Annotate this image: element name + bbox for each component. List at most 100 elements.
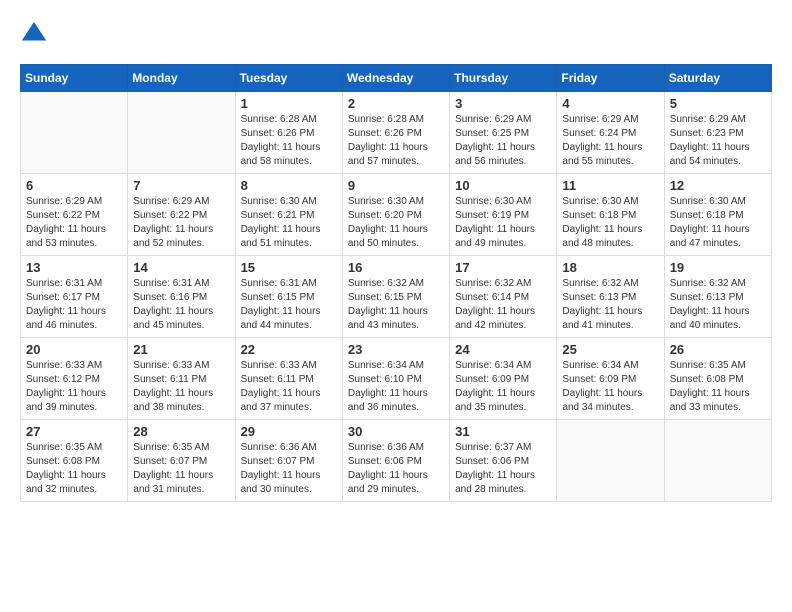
calendar-week-row: 20 Sunrise: 6:33 AMSunset: 6:12 PMDayligh… — [21, 338, 772, 420]
day-info: Sunrise: 6:28 AMSunset: 6:26 PMDaylight:… — [241, 113, 337, 169]
day-number: 18 — [562, 260, 658, 275]
weekday-header: Sunday — [21, 65, 128, 92]
day-number: 10 — [455, 178, 551, 193]
page-header — [20, 20, 772, 48]
day-number: 14 — [133, 260, 229, 275]
day-info: Sunrise: 6:33 AMSunset: 6:11 PMDaylight:… — [133, 359, 229, 415]
day-number: 13 — [26, 260, 122, 275]
day-info: Sunrise: 6:30 AMSunset: 6:21 PMDaylight:… — [241, 195, 337, 251]
day-number: 8 — [241, 178, 337, 193]
day-info: Sunrise: 6:29 AMSunset: 6:23 PMDaylight:… — [670, 113, 766, 169]
calendar-cell — [664, 420, 771, 502]
calendar-cell: 31 Sunrise: 6:37 AMSunset: 6:06 PMDayligh… — [450, 420, 557, 502]
calendar-cell: 13 Sunrise: 6:31 AMSunset: 6:17 PMDayligh… — [21, 256, 128, 338]
day-number: 17 — [455, 260, 551, 275]
day-number: 26 — [670, 342, 766, 357]
day-info: Sunrise: 6:29 AMSunset: 6:25 PMDaylight:… — [455, 113, 551, 169]
calendar-week-row: 13 Sunrise: 6:31 AMSunset: 6:17 PMDayligh… — [21, 256, 772, 338]
weekday-header-row: SundayMondayTuesdayWednesdayThursdayFrid… — [21, 65, 772, 92]
day-number: 9 — [348, 178, 444, 193]
logo-icon — [20, 20, 48, 48]
day-info: Sunrise: 6:34 AMSunset: 6:10 PMDaylight:… — [348, 359, 444, 415]
calendar-cell: 12 Sunrise: 6:30 AMSunset: 6:18 PMDayligh… — [664, 174, 771, 256]
day-number: 24 — [455, 342, 551, 357]
day-info: Sunrise: 6:35 AMSunset: 6:08 PMDaylight:… — [670, 359, 766, 415]
day-info: Sunrise: 6:29 AMSunset: 6:22 PMDaylight:… — [133, 195, 229, 251]
calendar-cell: 30 Sunrise: 6:36 AMSunset: 6:06 PMDayligh… — [342, 420, 449, 502]
day-number: 12 — [670, 178, 766, 193]
calendar-cell: 2 Sunrise: 6:28 AMSunset: 6:26 PMDaylight… — [342, 92, 449, 174]
calendar-cell: 6 Sunrise: 6:29 AMSunset: 6:22 PMDaylight… — [21, 174, 128, 256]
day-number: 1 — [241, 96, 337, 111]
calendar-cell: 3Sunrise: 6:29 AMSunset: 6:25 PMDaylight… — [450, 92, 557, 174]
calendar-cell: 21Sunrise: 6:33 AMSunset: 6:11 PMDayligh… — [128, 338, 235, 420]
day-number: 15 — [241, 260, 337, 275]
weekday-header: Saturday — [664, 65, 771, 92]
weekday-header: Monday — [128, 65, 235, 92]
day-number: 6 — [26, 178, 122, 193]
calendar-cell: 23Sunrise: 6:34 AMSunset: 6:10 PMDayligh… — [342, 338, 449, 420]
calendar-cell: 14 Sunrise: 6:31 AMSunset: 6:16 PMDayligh… — [128, 256, 235, 338]
day-info: Sunrise: 6:35 AMSunset: 6:07 PMDaylight:… — [133, 441, 229, 497]
weekday-header: Wednesday — [342, 65, 449, 92]
day-info: Sunrise: 6:29 AMSunset: 6:22 PMDaylight:… — [26, 195, 122, 251]
day-info: Sunrise: 6:34 AMSunset: 6:09 PMDaylight:… — [562, 359, 658, 415]
day-info: Sunrise: 6:37 AMSunset: 6:06 PMDaylight:… — [455, 441, 551, 497]
calendar-cell: 28 Sunrise: 6:35 AMSunset: 6:07 PMDayligh… — [128, 420, 235, 502]
day-number: 7 — [133, 178, 229, 193]
calendar-cell: 9 Sunrise: 6:30 AMSunset: 6:20 PMDaylight… — [342, 174, 449, 256]
day-number: 22 — [241, 342, 337, 357]
calendar-cell: 1 Sunrise: 6:28 AMSunset: 6:26 PMDaylight… — [235, 92, 342, 174]
day-info: Sunrise: 6:30 AMSunset: 6:18 PMDaylight:… — [562, 195, 658, 251]
calendar-week-row: 1 Sunrise: 6:28 AMSunset: 6:26 PMDaylight… — [21, 92, 772, 174]
day-info: Sunrise: 6:31 AMSunset: 6:17 PMDaylight:… — [26, 277, 122, 333]
day-info: Sunrise: 6:28 AMSunset: 6:26 PMDaylight:… — [348, 113, 444, 169]
calendar-cell: 10 Sunrise: 6:30 AMSunset: 6:19 PMDayligh… — [450, 174, 557, 256]
calendar-cell: 20 Sunrise: 6:33 AMSunset: 6:12 PMDayligh… — [21, 338, 128, 420]
calendar-cell — [21, 92, 128, 174]
day-info: Sunrise: 6:32 AMSunset: 6:13 PMDaylight:… — [670, 277, 766, 333]
calendar-cell: 19 Sunrise: 6:32 AMSunset: 6:13 PMDayligh… — [664, 256, 771, 338]
day-number: 19 — [670, 260, 766, 275]
day-number: 28 — [133, 424, 229, 439]
day-info: Sunrise: 6:33 AMSunset: 6:11 PMDaylight:… — [241, 359, 337, 415]
calendar-cell: 22 Sunrise: 6:33 AMSunset: 6:11 PMDayligh… — [235, 338, 342, 420]
weekday-header: Friday — [557, 65, 664, 92]
day-number: 2 — [348, 96, 444, 111]
calendar-cell — [128, 92, 235, 174]
calendar-cell — [557, 420, 664, 502]
calendar-week-row: 6 Sunrise: 6:29 AMSunset: 6:22 PMDaylight… — [21, 174, 772, 256]
day-info: Sunrise: 6:30 AMSunset: 6:20 PMDaylight:… — [348, 195, 444, 251]
day-info: Sunrise: 6:36 AMSunset: 6:07 PMDaylight:… — [241, 441, 337, 497]
calendar-cell: 17Sunrise: 6:32 AMSunset: 6:14 PMDayligh… — [450, 256, 557, 338]
day-info: Sunrise: 6:32 AMSunset: 6:15 PMDaylight:… — [348, 277, 444, 333]
calendar-cell: 18Sunrise: 6:32 AMSunset: 6:13 PMDayligh… — [557, 256, 664, 338]
day-number: 31 — [455, 424, 551, 439]
logo — [20, 20, 52, 48]
calendar-cell: 4 Sunrise: 6:29 AMSunset: 6:24 PMDaylight… — [557, 92, 664, 174]
day-number: 11 — [562, 178, 658, 193]
day-number: 29 — [241, 424, 337, 439]
day-number: 16 — [348, 260, 444, 275]
day-info: Sunrise: 6:31 AMSunset: 6:15 PMDaylight:… — [241, 277, 337, 333]
calendar-cell: 7 Sunrise: 6:29 AMSunset: 6:22 PMDaylight… — [128, 174, 235, 256]
day-number: 25 — [562, 342, 658, 357]
day-info: Sunrise: 6:30 AMSunset: 6:19 PMDaylight:… — [455, 195, 551, 251]
day-number: 20 — [26, 342, 122, 357]
day-info: Sunrise: 6:30 AMSunset: 6:18 PMDaylight:… — [670, 195, 766, 251]
day-info: Sunrise: 6:33 AMSunset: 6:12 PMDaylight:… — [26, 359, 122, 415]
calendar-cell: 15 Sunrise: 6:31 AMSunset: 6:15 PMDayligh… — [235, 256, 342, 338]
day-info: Sunrise: 6:34 AMSunset: 6:09 PMDaylight:… — [455, 359, 551, 415]
day-info: Sunrise: 6:31 AMSunset: 6:16 PMDaylight:… — [133, 277, 229, 333]
calendar-cell: 25 Sunrise: 6:34 AMSunset: 6:09 PMDayligh… — [557, 338, 664, 420]
day-number: 27 — [26, 424, 122, 439]
calendar-cell: 26 Sunrise: 6:35 AMSunset: 6:08 PMDayligh… — [664, 338, 771, 420]
day-number: 4 — [562, 96, 658, 111]
calendar-cell: 16 Sunrise: 6:32 AMSunset: 6:15 PMDayligh… — [342, 256, 449, 338]
day-number: 30 — [348, 424, 444, 439]
calendar-cell: 27Sunrise: 6:35 AMSunset: 6:08 PMDayligh… — [21, 420, 128, 502]
day-info: Sunrise: 6:29 AMSunset: 6:24 PMDaylight:… — [562, 113, 658, 169]
calendar-cell: 29 Sunrise: 6:36 AMSunset: 6:07 PMDayligh… — [235, 420, 342, 502]
day-info: Sunrise: 6:36 AMSunset: 6:06 PMDaylight:… — [348, 441, 444, 497]
calendar-cell: 5Sunrise: 6:29 AMSunset: 6:23 PMDaylight… — [664, 92, 771, 174]
